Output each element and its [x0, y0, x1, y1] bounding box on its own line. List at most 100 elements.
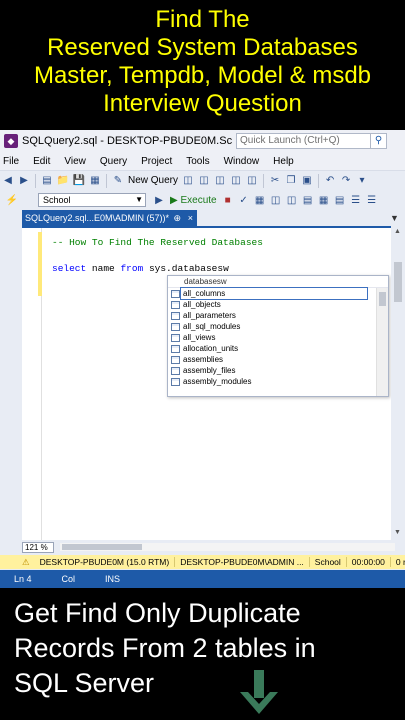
new-query-button[interactable]: New Query [126, 175, 180, 186]
scroll-up-icon[interactable]: ▲ [394, 228, 401, 235]
code-select-line: select name from sys.databasesw [52, 263, 229, 274]
menu-edit[interactable]: Edit [26, 156, 57, 167]
quick-launch-input[interactable]: Quick Launch (Ctrl+Q) [236, 133, 371, 149]
undo-icon[interactable]: ↶ [323, 173, 337, 189]
menu-query[interactable]: Query [93, 156, 134, 167]
menu-file[interactable]: File [0, 156, 26, 167]
table-icon [171, 300, 180, 309]
intellisense-scrollbar[interactable] [376, 288, 388, 396]
scroll-thumb[interactable] [394, 262, 402, 302]
dax-query-icon[interactable]: ◫ [245, 173, 259, 189]
table-icon [171, 289, 180, 298]
database-engine-query-icon[interactable]: ◫ [181, 173, 195, 189]
cancel-query-icon[interactable]: ■ [221, 192, 235, 208]
intellisense-item[interactable]: assemblies [168, 354, 376, 365]
menu-view[interactable]: View [57, 156, 93, 167]
redo-icon[interactable]: ↷ [339, 173, 353, 189]
tab-sqlquery2[interactable]: SQLQuery2.sql...E0M\ADMIN (57))* ⊕ × [22, 210, 197, 226]
query-options-icon[interactable]: ◫ [269, 192, 283, 208]
execute-label: Execute [180, 194, 217, 206]
tab-dropdown-icon[interactable]: ▼ [390, 210, 399, 226]
intellisense-item-label: assembly_files [183, 366, 236, 375]
uncomment-icon[interactable]: ☰ [365, 192, 379, 208]
arrow-down-icon [240, 670, 278, 714]
results-to-text-icon[interactable]: ▤ [301, 192, 315, 208]
save-all-icon[interactable]: ▦ [88, 173, 102, 189]
code-columns: name [86, 263, 121, 274]
menu-window[interactable]: Window [217, 156, 267, 167]
toolbar-divider [318, 173, 320, 188]
scroll-down-icon[interactable]: ▼ [394, 529, 401, 536]
pin-icon[interactable]: ⊕ [173, 210, 181, 226]
open-file-icon[interactable]: 📁 [56, 173, 70, 189]
status-elapsed: 00:00:00 [347, 557, 391, 567]
status-insert-mode: INS [105, 574, 121, 584]
intellisense-item[interactable]: all_views [168, 332, 376, 343]
intellisense-list: all_columns all_objects all_parameters a… [168, 287, 376, 387]
intellisense-item[interactable]: all_sql_modules [168, 321, 376, 332]
new-project-icon[interactable]: ▤ [40, 173, 54, 189]
status-login: DESKTOP-PBUDE0M\ADMIN ... [175, 557, 310, 567]
intellisense-item-label: all_sql_modules [183, 322, 241, 331]
zoom-select[interactable]: 121 % [22, 541, 54, 553]
forward-icon[interactable]: ▶ [17, 173, 31, 189]
database-select-value: School [43, 195, 71, 205]
menu-help[interactable]: Help [266, 156, 301, 167]
intellisense-item[interactable]: assembly_modules [168, 376, 376, 387]
code-comment-line: -- How To Find The Reserved Databases [52, 237, 263, 248]
intellisense-item[interactable]: all_parameters [168, 310, 376, 321]
title-bar: ◆ SQLQuery2.sql - DESKTOP-PBUDE0M.School… [0, 130, 405, 152]
standard-toolbar: ◀ ▶ ▤ 📁 💾 ▦ ✎ New Query ◫ ◫ ◫ ◫ ◫ ✂ ❐ ▣ … [0, 170, 405, 190]
new-query-icon[interactable]: ✎ [111, 173, 125, 189]
connect-icon[interactable]: ⚡ [5, 192, 19, 208]
database-select[interactable]: School ▼ [38, 193, 146, 207]
chevron-down-icon: ▼ [135, 195, 143, 204]
intellisense-item-label: all_parameters [183, 311, 236, 320]
intellisense-item[interactable]: all_objects [168, 299, 376, 310]
comment-icon[interactable]: ☰ [349, 192, 363, 208]
save-icon[interactable]: 💾 [72, 173, 86, 189]
results-to-file-icon[interactable]: ▤ [333, 192, 347, 208]
search-icon[interactable]: ⚲ [371, 133, 387, 149]
intellisense-item[interactable]: allocation_units [168, 343, 376, 354]
intellisense-item-label: all_columns [180, 287, 368, 300]
bottom-banner-line-3: SQL Server [14, 668, 155, 698]
ssms-window: ◆ SQLQuery2.sql - DESKTOP-PBUDE0M.School… [0, 130, 405, 588]
intellisense-item[interactable]: assembly_files [168, 365, 376, 376]
chevron-down-icon[interactable]: ▾ [355, 173, 369, 189]
table-icon [171, 333, 180, 342]
intellisense-popup: databasesw all_columns all_objects all_p… [167, 275, 389, 397]
dmx-query-icon[interactable]: ◫ [213, 173, 227, 189]
top-banner: Find The Reserved System Databases Maste… [0, 0, 405, 130]
xmla-query-icon[interactable]: ◫ [229, 173, 243, 189]
scroll-thumb[interactable] [62, 544, 142, 550]
table-icon [171, 355, 180, 364]
mdx-query-icon[interactable]: ◫ [197, 173, 211, 189]
toolbar-divider [106, 173, 107, 188]
copy-icon[interactable]: ❐ [284, 173, 298, 189]
parse-icon[interactable]: ✓ [237, 192, 251, 208]
status-column: Col [61, 574, 76, 584]
results-to-grid-icon[interactable]: ▦ [317, 192, 331, 208]
execute-button[interactable]: ▶ Execute [167, 195, 220, 206]
keyword-select: select [52, 263, 87, 274]
cut-icon[interactable]: ✂ [268, 173, 282, 189]
editor-horizontal-scrollbar[interactable] [60, 543, 395, 551]
scroll-thumb[interactable] [379, 292, 386, 306]
query-editor[interactable]: -- How To Find The Reserved Databases se… [22, 226, 391, 540]
intellisense-item[interactable]: all_columns [168, 287, 376, 300]
intellisense-item-label: assemblies [183, 355, 224, 364]
status-rows: 0 rows [391, 557, 405, 567]
intellisense-icon[interactable]: ◫ [285, 192, 299, 208]
debug-icon[interactable]: ▶ [152, 192, 166, 208]
table-icon [171, 366, 180, 375]
paste-icon[interactable]: ▣ [300, 173, 314, 189]
editor-vertical-scrollbar[interactable]: ▲ ▼ [391, 226, 405, 540]
menu-tools[interactable]: Tools [179, 156, 216, 167]
estimated-plan-icon[interactable]: ▦ [253, 192, 267, 208]
menu-project[interactable]: Project [134, 156, 179, 167]
keyword-from: from [120, 263, 144, 274]
back-icon[interactable]: ◀ [1, 173, 15, 189]
close-icon[interactable]: × [188, 210, 193, 226]
table-icon [171, 322, 180, 331]
